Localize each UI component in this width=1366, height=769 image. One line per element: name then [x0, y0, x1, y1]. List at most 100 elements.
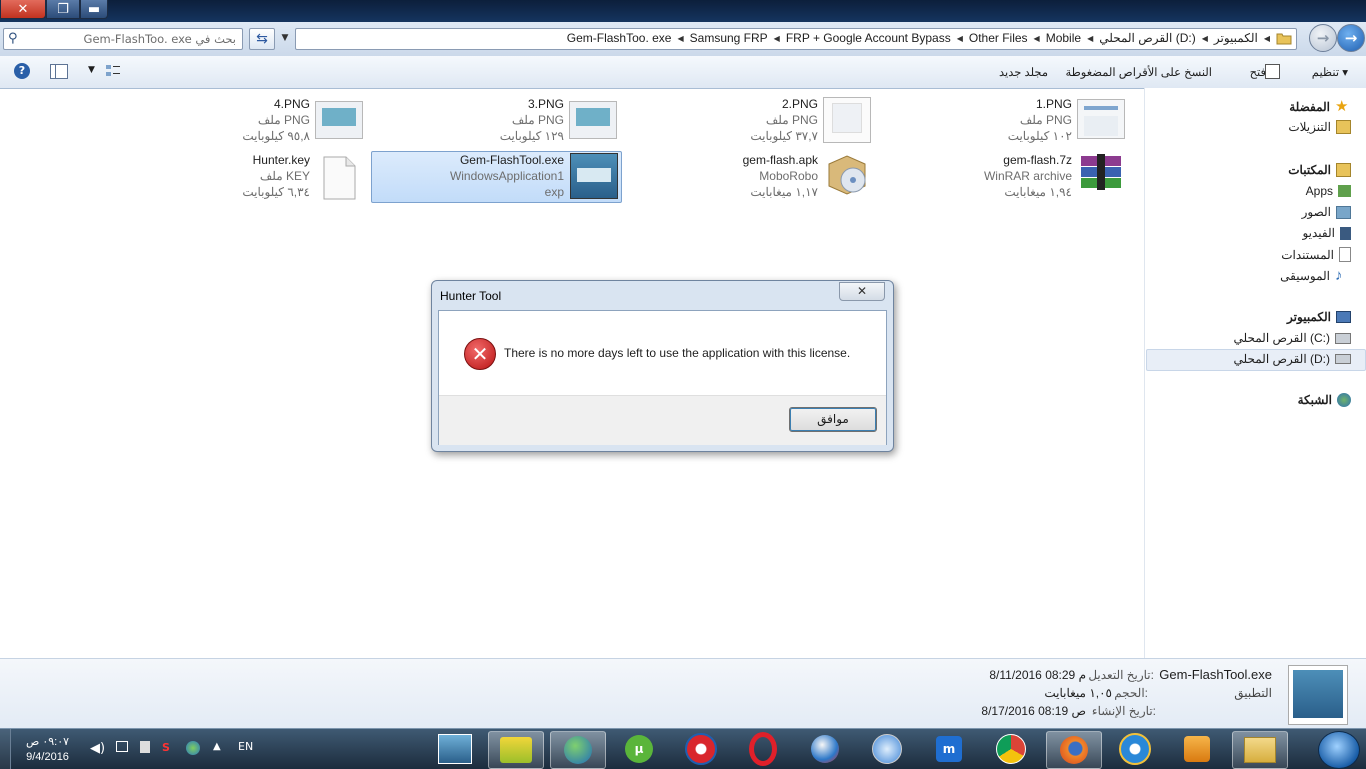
language-indicator[interactable]: EN [238, 740, 253, 753]
search-input[interactable]: ⚲ بحث في Gem-FlashToo. exe [3, 28, 243, 50]
search-icon[interactable]: ⚲ [8, 31, 18, 46]
folder-icon [1276, 33, 1292, 45]
window-minimize-button[interactable]: ▬ [80, 0, 108, 19]
file-item-4png[interactable]: 4.PNG ملف PNG ٩٥,٨ كيلوبايت [242, 96, 310, 144]
taskbar-app-firefox[interactable] [1046, 731, 1102, 769]
nav-network[interactable]: الشبكة [1298, 393, 1351, 407]
taskbar-app-chrome[interactable] [984, 731, 1038, 767]
nav-downloads[interactable]: التنزيلات [1288, 120, 1351, 134]
file-item-gem-flash-apk[interactable]: gem-flash.apk MoboRobo ١,١٧ ميغابايت [743, 152, 818, 200]
drive-icon [1335, 332, 1351, 344]
breadcrumb-item[interactable]: Other Files [965, 31, 1032, 45]
preview-pane-icon[interactable] [50, 64, 68, 79]
png-thumbnail-icon[interactable] [823, 97, 871, 143]
compass-icon [872, 734, 902, 764]
view-dropdown-icon[interactable]: ▼ [88, 65, 95, 75]
apk-package-icon[interactable] [825, 152, 871, 196]
breadcrumb-item[interactable]: القرص المحلي (D:) [1095, 31, 1200, 45]
breadcrumb-separator-icon[interactable]: ◀ [955, 34, 965, 43]
taskbar-app-clapper[interactable] [488, 731, 544, 769]
taskbar-app-media[interactable] [1170, 731, 1224, 767]
security-tray-icon[interactable]: S [162, 741, 176, 755]
action-center-icon[interactable] [140, 741, 150, 753]
breadcrumb-separator-icon[interactable]: ◀ [1262, 34, 1272, 43]
file-item-hunter-key[interactable]: Hunter.key ملف KEY ٦,٣٤ كيلوبايت [242, 152, 310, 200]
winrar-archive-icon[interactable] [1079, 154, 1123, 190]
breadcrumb-separator-icon[interactable]: ◀ [1032, 34, 1042, 43]
file-size: ١٢٩ كيلوبايت [499, 129, 564, 143]
gem-flashtool-app-icon[interactable] [570, 153, 618, 199]
png-thumbnail-icon[interactable] [1077, 99, 1125, 139]
taskbar-app-safari[interactable] [860, 731, 914, 767]
show-hidden-icons-button[interactable]: ▲ [213, 741, 221, 752]
breadcrumb-item[interactable]: FRP + Google Account Bypass [782, 31, 955, 45]
breadcrumb-separator-icon[interactable]: ◀ [675, 34, 685, 43]
taskbar-app-swirl[interactable] [798, 731, 852, 767]
start-button[interactable] [1318, 731, 1360, 769]
png-thumbnail-icon[interactable] [315, 101, 363, 139]
nav-drive-d[interactable]: القرص المحلي (D:) [1234, 352, 1351, 366]
refresh-button[interactable]: ⇆ [249, 28, 275, 50]
taskbar-app-gemflashtool[interactable] [428, 731, 482, 767]
dialog-close-button[interactable]: ✕ [839, 282, 885, 301]
address-history-dropdown[interactable]: ▼ [277, 28, 293, 48]
downloads-folder-icon [1336, 120, 1351, 134]
file-item-1png[interactable]: 1.PNG ملف PNG ١٠٢ كيلوبايت [1008, 96, 1072, 144]
ok-button[interactable]: موافق [789, 407, 877, 432]
breadcrumb-separator-icon[interactable]: ◀ [772, 34, 782, 43]
internet-explorer-icon [1119, 733, 1151, 765]
file-item-2png[interactable]: 2.PNG ملف PNG ٣٧,٧ كيلوبايت [750, 96, 818, 144]
navigation-buttons: → → [1309, 24, 1365, 52]
back-button[interactable]: → [1337, 24, 1365, 52]
breadcrumb-separator-icon[interactable]: ◀ [1200, 34, 1210, 43]
change-view-icon[interactable] [105, 64, 121, 78]
open-button[interactable]: فتح [1250, 65, 1266, 79]
taskbar-app-opera[interactable] [736, 731, 790, 767]
organize-button[interactable]: تنظيم ▾ [1312, 65, 1348, 79]
network-tray-icon[interactable] [116, 741, 128, 752]
new-folder-button[interactable]: مجلد جديد [999, 65, 1048, 79]
address-row: ⚲ بحث في Gem-FlashToo. exe ⇆ ▼ Gem-Flash… [0, 22, 1366, 56]
breadcrumb-item[interactable]: Samsung FRP [686, 31, 772, 45]
nav-apps[interactable]: Apps [1306, 184, 1351, 198]
nav-computer[interactable]: الكمبيوتر [1287, 310, 1351, 324]
nav-drive-c[interactable]: القرص المحلي (C:) [1234, 331, 1351, 345]
star-icon: ★ [1335, 98, 1349, 115]
drive-icon [1335, 354, 1351, 364]
opera-icon [749, 732, 777, 766]
file-item-3png[interactable]: 3.PNG ملف PNG ١٢٩ كيلوبايت [500, 96, 564, 144]
taskbar-app-explorer[interactable] [1232, 731, 1288, 769]
nav-favorites[interactable]: ★ المفضلة [1289, 99, 1351, 115]
breadcrumb-item[interactable]: الكمبيوتر [1210, 31, 1262, 45]
burn-button[interactable]: النسخ على الأقراص المضغوطة [1065, 65, 1212, 79]
nav-label: الصور [1301, 205, 1331, 219]
nav-documents[interactable]: المستندات [1281, 247, 1351, 262]
help-icon[interactable]: ? [14, 63, 30, 79]
nav-pictures[interactable]: الصور [1302, 205, 1351, 219]
taskbar-app-idm[interactable] [550, 731, 606, 769]
taskbar-app-chrome-red[interactable] [674, 731, 728, 767]
nav-music[interactable]: ♪ الموسيقى [1280, 268, 1351, 284]
address-bar[interactable]: Gem-FlashToo. exe ◀ Samsung FRP ◀ FRP + … [295, 28, 1297, 50]
breadcrumb-item[interactable]: Gem-FlashToo. exe [563, 31, 676, 45]
nav-videos[interactable]: الفيديو [1302, 226, 1351, 240]
breadcrumb-item[interactable]: Mobile [1042, 31, 1085, 45]
taskbar-app-utorrent[interactable]: µ [612, 731, 666, 767]
file-item-gem-flash-7z[interactable]: gem-flash.7z WinRAR archive ١,٩٤ ميغاباي… [984, 152, 1072, 200]
nav-libraries[interactable]: المكتبات [1288, 163, 1351, 177]
window-close-button[interactable]: ✕ [0, 0, 46, 19]
taskbar-app-ie[interactable] [1108, 731, 1162, 767]
file-type: ملف KEY [259, 169, 310, 183]
breadcrumb: Gem-FlashToo. exe ◀ Samsung FRP ◀ FRP + … [563, 31, 1272, 45]
window-maximize-button[interactable]: ❐ [46, 0, 80, 19]
show-desktop-button[interactable] [0, 729, 11, 769]
internet-tray-icon[interactable] [186, 741, 200, 755]
taskbar-app-maxthon[interactable]: m [922, 731, 976, 767]
file-item-gem-flashtool-exe[interactable]: Gem-FlashTool.exe WindowsApplication1 ex… [450, 152, 564, 200]
breadcrumb-separator-icon[interactable]: ◀ [1085, 34, 1095, 43]
volume-icon[interactable]: ◀) [90, 741, 105, 756]
forward-button[interactable]: → [1309, 24, 1337, 52]
generic-file-icon[interactable] [322, 156, 356, 200]
png-thumbnail-icon[interactable] [569, 101, 617, 139]
tray-clock[interactable]: ٠٩:٠٧ ص 9/4/2016 [26, 735, 69, 765]
